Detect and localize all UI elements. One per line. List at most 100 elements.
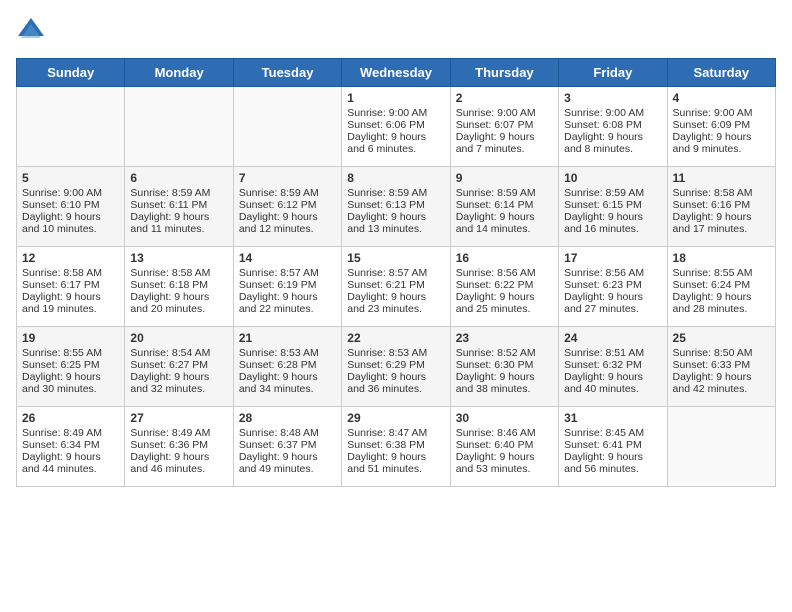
day-number: 4	[673, 91, 770, 105]
calendar-cell: 18Sunrise: 8:55 AMSunset: 6:24 PMDayligh…	[667, 247, 775, 327]
day-info: Sunset: 6:18 PM	[130, 279, 227, 291]
day-number: 15	[347, 251, 444, 265]
day-info: Sunset: 6:37 PM	[239, 439, 336, 451]
day-info: Sunset: 6:09 PM	[673, 119, 770, 131]
header-day: Saturday	[667, 59, 775, 87]
day-info: Sunrise: 8:57 AM	[347, 267, 444, 279]
day-info: Sunrise: 8:53 AM	[347, 347, 444, 359]
day-number: 8	[347, 171, 444, 185]
day-info: Sunrise: 9:00 AM	[564, 107, 661, 119]
day-info: Daylight: 9 hours and 22 minutes.	[239, 291, 336, 315]
day-info: Sunset: 6:10 PM	[22, 199, 119, 211]
calendar-cell: 10Sunrise: 8:59 AMSunset: 6:15 PMDayligh…	[559, 167, 667, 247]
day-number: 1	[347, 91, 444, 105]
day-info: Daylight: 9 hours and 38 minutes.	[456, 371, 553, 395]
day-info: Sunset: 6:38 PM	[347, 439, 444, 451]
day-info: Sunset: 6:30 PM	[456, 359, 553, 371]
day-info: Daylight: 9 hours and 17 minutes.	[673, 211, 770, 235]
day-number: 13	[130, 251, 227, 265]
calendar-cell: 13Sunrise: 8:58 AMSunset: 6:18 PMDayligh…	[125, 247, 233, 327]
day-info: Daylight: 9 hours and 36 minutes.	[347, 371, 444, 395]
calendar-cell: 25Sunrise: 8:50 AMSunset: 6:33 PMDayligh…	[667, 327, 775, 407]
day-info: Sunrise: 8:58 AM	[673, 187, 770, 199]
day-info: Sunset: 6:11 PM	[130, 199, 227, 211]
day-number: 6	[130, 171, 227, 185]
day-info: Daylight: 9 hours and 30 minutes.	[22, 371, 119, 395]
day-info: Daylight: 9 hours and 28 minutes.	[673, 291, 770, 315]
page-header	[16, 16, 776, 46]
calendar-cell: 24Sunrise: 8:51 AMSunset: 6:32 PMDayligh…	[559, 327, 667, 407]
calendar-cell: 21Sunrise: 8:53 AMSunset: 6:28 PMDayligh…	[233, 327, 341, 407]
day-info: Sunset: 6:13 PM	[347, 199, 444, 211]
day-info: Sunset: 6:27 PM	[130, 359, 227, 371]
day-info: Sunset: 6:12 PM	[239, 199, 336, 211]
day-info: Sunrise: 8:46 AM	[456, 427, 553, 439]
day-info: Sunrise: 8:48 AM	[239, 427, 336, 439]
calendar-cell: 26Sunrise: 8:49 AMSunset: 6:34 PMDayligh…	[17, 407, 125, 487]
calendar-cell: 11 Sunrise: 8:58 AMSunset: 6:16 PMDayligh…	[667, 167, 775, 247]
day-info: Daylight: 9 hours and 27 minutes.	[564, 291, 661, 315]
week-row: 12Sunrise: 8:58 AMSunset: 6:17 PMDayligh…	[17, 247, 776, 327]
calendar-cell: 3Sunrise: 9:00 AMSunset: 6:08 PMDaylight…	[559, 87, 667, 167]
day-info: Sunset: 6:16 PM	[673, 199, 770, 211]
calendar-cell: 14Sunrise: 8:57 AMSunset: 6:19 PMDayligh…	[233, 247, 341, 327]
week-row: 5Sunrise: 9:00 AMSunset: 6:10 PMDaylight…	[17, 167, 776, 247]
day-info: Daylight: 9 hours and 14 minutes.	[456, 211, 553, 235]
header-row: SundayMondayTuesdayWednesdayThursdayFrid…	[17, 59, 776, 87]
day-info: Daylight: 9 hours and 13 minutes.	[347, 211, 444, 235]
day-info: Sunrise: 9:00 AM	[22, 187, 119, 199]
day-info: Sunset: 6:25 PM	[22, 359, 119, 371]
week-row: 19Sunrise: 8:55 AMSunset: 6:25 PMDayligh…	[17, 327, 776, 407]
day-info: Daylight: 9 hours and 51 minutes.	[347, 451, 444, 475]
day-number: 12	[22, 251, 119, 265]
day-number: 11	[673, 171, 770, 185]
day-number: 14	[239, 251, 336, 265]
day-info: Sunset: 6:33 PM	[673, 359, 770, 371]
day-info: Sunrise: 8:59 AM	[130, 187, 227, 199]
day-info: Sunset: 6:36 PM	[130, 439, 227, 451]
day-info: Daylight: 9 hours and 56 minutes.	[564, 451, 661, 475]
calendar-cell: 9Sunrise: 8:59 AMSunset: 6:14 PMDaylight…	[450, 167, 558, 247]
day-info: Daylight: 9 hours and 9 minutes.	[673, 131, 770, 155]
day-number: 17	[564, 251, 661, 265]
day-number: 16	[456, 251, 553, 265]
calendar-cell: 17Sunrise: 8:56 AMSunset: 6:23 PMDayligh…	[559, 247, 667, 327]
header-day: Tuesday	[233, 59, 341, 87]
day-info: Daylight: 9 hours and 25 minutes.	[456, 291, 553, 315]
day-info: Sunrise: 8:58 AM	[22, 267, 119, 279]
day-info: Daylight: 9 hours and 12 minutes.	[239, 211, 336, 235]
day-info: Sunset: 6:29 PM	[347, 359, 444, 371]
day-number: 29	[347, 411, 444, 425]
day-info: Daylight: 9 hours and 8 minutes.	[564, 131, 661, 155]
calendar-cell: 8Sunrise: 8:59 AMSunset: 6:13 PMDaylight…	[342, 167, 450, 247]
day-info: Sunrise: 8:54 AM	[130, 347, 227, 359]
day-info: Sunset: 6:17 PM	[22, 279, 119, 291]
day-number: 19	[22, 331, 119, 345]
day-info: Daylight: 9 hours and 11 minutes.	[130, 211, 227, 235]
day-info: Daylight: 9 hours and 34 minutes.	[239, 371, 336, 395]
day-info: Sunrise: 8:59 AM	[564, 187, 661, 199]
day-info: Daylight: 9 hours and 16 minutes.	[564, 211, 661, 235]
day-info: Sunrise: 8:58 AM	[130, 267, 227, 279]
day-info: Daylight: 9 hours and 44 minutes.	[22, 451, 119, 475]
day-info: Daylight: 9 hours and 49 minutes.	[239, 451, 336, 475]
day-number: 21	[239, 331, 336, 345]
day-info: Daylight: 9 hours and 53 minutes.	[456, 451, 553, 475]
header-day: Wednesday	[342, 59, 450, 87]
day-info: Sunrise: 8:49 AM	[22, 427, 119, 439]
calendar-cell: 4 Sunrise: 9:00 AMSunset: 6:09 PMDaylight…	[667, 87, 775, 167]
header-day: Friday	[559, 59, 667, 87]
day-number: 24	[564, 331, 661, 345]
day-info: Sunrise: 8:47 AM	[347, 427, 444, 439]
calendar-cell: 7Sunrise: 8:59 AMSunset: 6:12 PMDaylight…	[233, 167, 341, 247]
day-info: Sunrise: 8:55 AM	[673, 267, 770, 279]
day-info: Sunset: 6:19 PM	[239, 279, 336, 291]
week-row: 1Sunrise: 9:00 AMSunset: 6:06 PMDaylight…	[17, 87, 776, 167]
calendar-cell: 6 Sunrise: 8:59 AMSunset: 6:11 PMDaylight…	[125, 167, 233, 247]
calendar-cell: 22Sunrise: 8:53 AMSunset: 6:29 PMDayligh…	[342, 327, 450, 407]
day-info: Sunset: 6:21 PM	[347, 279, 444, 291]
day-info: Sunrise: 9:00 AM	[673, 107, 770, 119]
header-day: Monday	[125, 59, 233, 87]
day-info: Sunset: 6:23 PM	[564, 279, 661, 291]
calendar-cell: 19Sunrise: 8:55 AMSunset: 6:25 PMDayligh…	[17, 327, 125, 407]
